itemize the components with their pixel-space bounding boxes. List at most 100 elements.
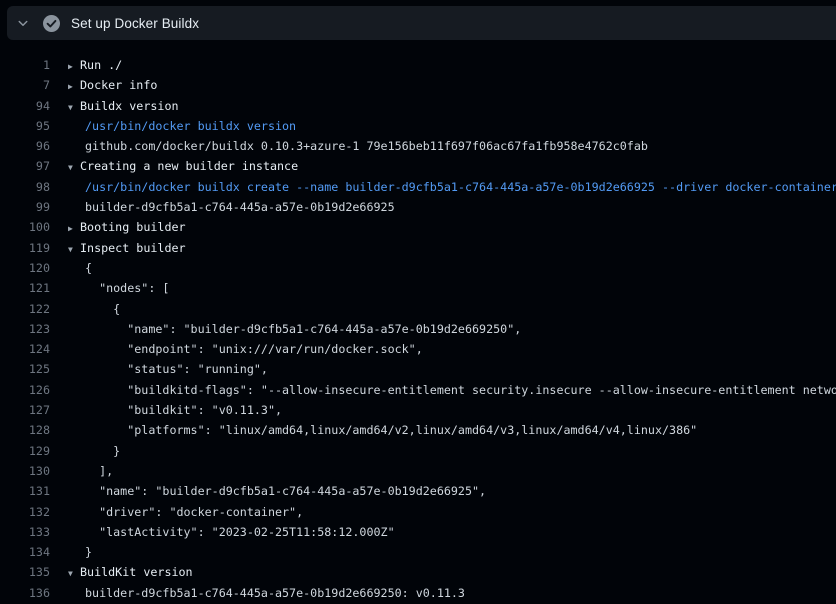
line-number-link[interactable]: 123 [0,319,50,339]
line-number-link[interactable]: 131 [0,481,50,501]
line-number-link[interactable]: 95 [0,116,50,136]
log-text: Booting builder [80,220,186,234]
line-number-link[interactable]: 135 [0,562,50,582]
log-text: { [85,261,92,275]
log-line: 96 github.com/docker/buildx 0.10.3+azure-… [0,136,836,156]
log-text: builder-d9cfb5a1-c764-445a-a57e-0b19d2e6… [85,586,465,600]
chevron-down-icon[interactable] [16,16,30,30]
log-line-body: { [68,299,836,319]
log-line: 7 ▶Docker info [0,75,836,95]
step-title: Set up Docker Buildx [71,16,199,31]
line-number-link[interactable]: 1 [0,55,50,75]
line-number-link[interactable]: 128 [0,420,50,440]
log-line-body: } [68,441,836,461]
log-line-body: /usr/bin/docker buildx version [68,116,836,136]
log-line-body: "platforms": "linux/amd64,linux/amd64/v2… [68,420,836,440]
log-text: "name": "builder-d9cfb5a1-c764-445a-a57e… [85,484,486,498]
line-number-link[interactable]: 99 [0,197,50,217]
log-line-body: builder-d9cfb5a1-c764-445a-a57e-0b19d2e6… [68,583,836,603]
log-text: ], [85,464,113,478]
log-text: Inspect builder [80,241,186,255]
log-line-body: "buildkit": "v0.11.3", [68,400,836,420]
log-line: 95/usr/bin/docker buildx version [0,116,836,136]
line-number-link[interactable]: 7 [0,75,50,95]
group-collapse-icon[interactable]: ▼ [68,564,80,582]
log-text: "status": "running", [85,362,268,376]
group-collapse-icon[interactable]: ▼ [68,240,80,258]
line-number-link[interactable]: 126 [0,380,50,400]
log-text: "platforms": "linux/amd64,linux/amd64/v2… [85,423,697,437]
log-line: 100 ▶Booting builder [0,217,836,237]
log-text: { [85,302,120,316]
log-text: /usr/bin/docker buildx version [85,119,296,133]
log-line-body: "name": "builder-d9cfb5a1-c764-445a-a57e… [68,319,836,339]
log-text: Buildx version [80,99,179,113]
step-header[interactable]: Set up Docker Buildx [7,6,836,40]
group-expand-icon[interactable]: ▶ [68,77,80,95]
line-number-link[interactable]: 98 [0,177,50,197]
log-line: 98/usr/bin/docker buildx create --name b… [0,177,836,197]
group-expand-icon[interactable]: ▶ [68,219,80,237]
group-collapse-icon[interactable]: ▼ [68,98,80,116]
log-text: "lastActivity": "2023-02-25T11:58:12.000… [85,525,395,539]
log-line-body: ▼Buildx version [68,96,836,116]
line-number-link[interactable]: 133 [0,522,50,542]
log-line-body: ▶Docker info [68,75,836,95]
line-number-link[interactable]: 124 [0,339,50,359]
check-circle-icon [43,15,60,32]
line-number-link[interactable]: 119 [0,238,50,258]
log-line: 135 ▼BuildKit version [0,562,836,582]
log-text: BuildKit version [80,565,193,579]
line-number-link[interactable]: 121 [0,278,50,298]
log-text: github.com/docker/buildx 0.10.3+azure-1 … [85,139,648,153]
log-line: 97 ▼Creating a new builder instance [0,156,836,176]
line-number-link[interactable]: 125 [0,359,50,379]
log-line-body: "driver": "docker-container", [68,502,836,522]
line-number-link[interactable]: 94 [0,96,50,116]
log-line-body: } [68,542,836,562]
log-line-body: /usr/bin/docker buildx create --name bui… [68,177,836,197]
log-line: 123 "name": "builder-d9cfb5a1-c764-445a-… [0,319,836,339]
log-text: } [85,444,120,458]
line-number-link[interactable]: 120 [0,258,50,278]
line-number-link[interactable]: 122 [0,299,50,319]
log-line: 1 ▶Run ./ [0,55,836,75]
line-number-link[interactable]: 100 [0,217,50,237]
log-line: 99 builder-d9cfb5a1-c764-445a-a57e-0b19d2… [0,197,836,217]
log-line: 127 "buildkit": "v0.11.3", [0,400,836,420]
log-line-body: ▼Inspect builder [68,238,836,258]
log-text: /usr/bin/docker buildx create --name bui… [85,180,836,194]
line-number-link[interactable]: 134 [0,542,50,562]
line-number-link[interactable]: 132 [0,502,50,522]
line-number-link[interactable]: 96 [0,136,50,156]
line-number-link[interactable]: 97 [0,156,50,176]
log-line: 124 "endpoint": "unix:///var/run/docker.… [0,339,836,359]
log-line: 134} [0,542,836,562]
log-line-body: ▼Creating a new builder instance [68,156,836,176]
log-area: 1▶Run ./7▶Docker info94▼Buildx version95… [0,40,836,603]
log-line: 94 ▼Buildx version [0,96,836,116]
log-line-body: "nodes": [ [68,278,836,298]
line-number-link[interactable]: 129 [0,441,50,461]
group-collapse-icon[interactable]: ▼ [68,158,80,176]
log-line-body: github.com/docker/buildx 0.10.3+azure-1 … [68,136,836,156]
line-number-link[interactable]: 130 [0,461,50,481]
log-line: 136 builder-d9cfb5a1-c764-445a-a57e-0b19d… [0,583,836,603]
log-line-body: ▶Run ./ [68,55,836,75]
log-text: Creating a new builder instance [80,159,298,173]
log-line: 122 { [0,299,836,319]
log-line: 119 ▼Inspect builder [0,238,836,258]
log-text: builder-d9cfb5a1-c764-445a-a57e-0b19d2e6… [85,200,395,214]
log-line-body: "lastActivity": "2023-02-25T11:58:12.000… [68,522,836,542]
log-text: "name": "builder-d9cfb5a1-c764-445a-a57e… [85,322,521,336]
group-expand-icon[interactable]: ▶ [68,57,80,75]
log-line-body: builder-d9cfb5a1-c764-445a-a57e-0b19d2e6… [68,197,836,217]
line-number-link[interactable]: 127 [0,400,50,420]
log-text: "nodes": [ [85,281,169,295]
log-line-body: "endpoint": "unix:///var/run/docker.sock… [68,339,836,359]
line-number-link[interactable]: 136 [0,583,50,603]
log-line-body: "name": "builder-d9cfb5a1-c764-445a-a57e… [68,481,836,501]
log-text: "buildkitd-flags": "--allow-insecure-ent… [85,383,836,397]
log-line-body: "buildkitd-flags": "--allow-insecure-ent… [68,380,836,400]
log-line: 128 "platforms": "linux/amd64,linux/amd6… [0,420,836,440]
